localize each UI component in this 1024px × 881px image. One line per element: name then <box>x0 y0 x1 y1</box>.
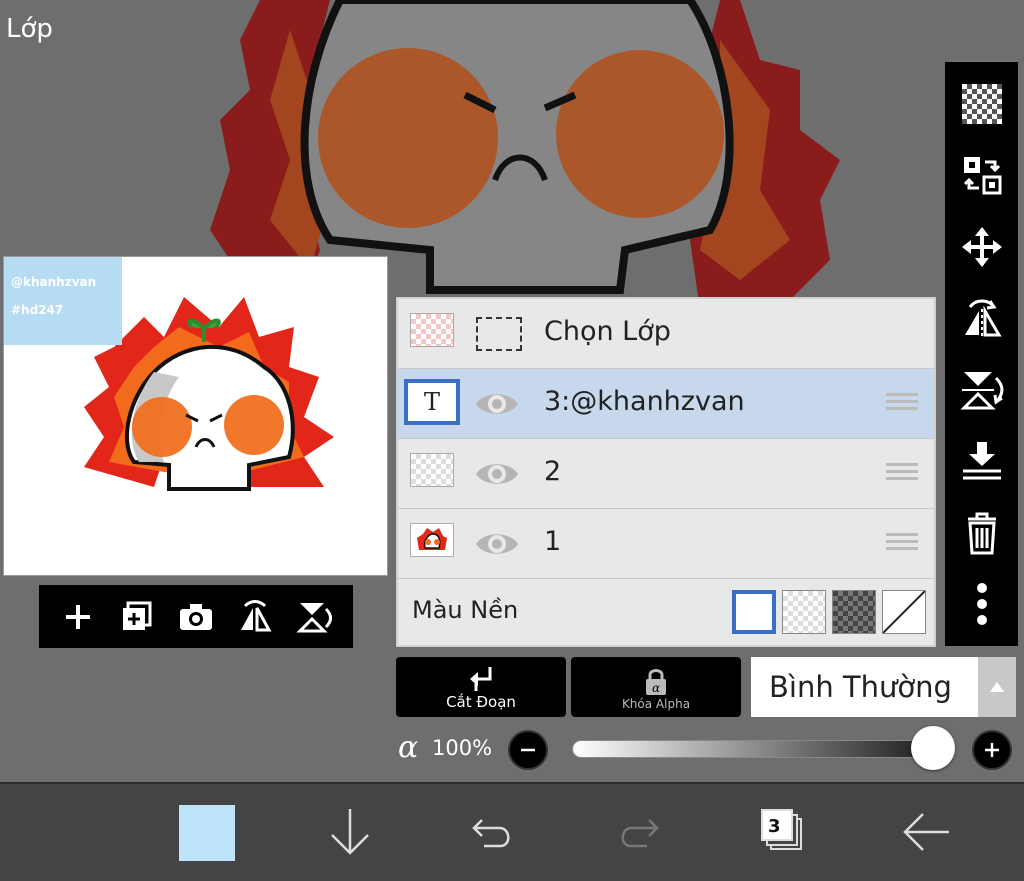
trash-icon <box>967 512 996 555</box>
merge-down-icon <box>962 442 1001 480</box>
undo-button[interactable] <box>463 802 523 862</box>
current-color-swatch[interactable] <box>179 805 235 861</box>
alpha-lock-button[interactable]: α Khóa Alpha <box>571 657 741 717</box>
merge-down-button[interactable] <box>954 433 1010 489</box>
watermark-line-2: #hd247 <box>11 303 64 317</box>
opacity-slider[interactable] <box>572 740 952 758</box>
swap-layer-icon <box>963 157 1001 195</box>
plus-icon <box>66 604 91 629</box>
transparent-checker-icon <box>961 83 1002 124</box>
move-icon <box>961 226 1002 267</box>
selection-thumbnail <box>410 313 454 347</box>
canvas-area[interactable]: Lớp @khanhzvan #hd247 Chọn Lớp T 3:@khan… <box>0 0 1024 782</box>
back-button[interactable] <box>896 802 956 862</box>
clipping-label: Cắt Đoạn <box>446 693 516 711</box>
background-color-label: Màu Nền <box>412 596 519 624</box>
drag-handle-icon[interactable] <box>886 393 918 415</box>
arrow-down-icon <box>331 809 369 855</box>
camera-button[interactable] <box>174 595 218 639</box>
dashed-selection-icon <box>476 317 522 351</box>
bg-dark-checker-swatch[interactable] <box>832 590 876 634</box>
watermark-box: @khanhzvan #hd247 <box>4 257 122 345</box>
bottom-toolbar: 3 <box>0 782 1024 881</box>
flip-v-button[interactable] <box>954 362 1010 418</box>
no-color-icon <box>882 590 926 634</box>
panel-title: Lớp <box>6 14 53 44</box>
flip-vertical-button[interactable] <box>292 595 336 639</box>
flip-h-button[interactable] <box>954 290 1010 346</box>
move-button[interactable] <box>954 219 1010 275</box>
flip-horizontal-icon <box>240 599 272 631</box>
opacity-value: 100% <box>432 736 493 760</box>
plus-icon <box>985 743 999 757</box>
preview-toolbar <box>39 585 353 648</box>
minus-icon <box>521 748 535 752</box>
flip-vertical-icon <box>959 371 1003 410</box>
layers-button[interactable]: 3 <box>752 802 812 862</box>
text-type-icon: T <box>423 388 440 416</box>
layer-preview[interactable]: @khanhzvan #hd247 <box>3 256 388 576</box>
blend-mode-select[interactable]: Bình Thường <box>751 657 978 717</box>
flip-horizontal-button[interactable] <box>233 595 277 639</box>
undo-icon <box>472 819 510 848</box>
blend-mode-toggle[interactable] <box>978 657 1016 717</box>
layer-row[interactable]: T 3:@khanhzvan <box>398 369 934 439</box>
layers-stack-icon <box>761 809 802 850</box>
triangle-up-icon <box>990 682 1004 692</box>
drag-handle-icon[interactable] <box>886 463 918 485</box>
select-layer-row[interactable]: Chọn Lớp <box>398 299 934 369</box>
swap-layer-button[interactable] <box>954 147 1010 203</box>
opacity-decrease-button[interactable] <box>508 730 548 770</box>
visibility-eye-icon[interactable] <box>474 527 520 561</box>
delete-layer-button[interactable] <box>954 505 1010 561</box>
layer-row[interactable]: 2 <box>398 439 934 509</box>
svg-text:α: α <box>652 681 660 695</box>
layer-name: 2 <box>544 456 562 487</box>
bg-transparent-swatch[interactable] <box>782 590 826 634</box>
add-copy-button[interactable] <box>115 595 159 639</box>
layer-count: 3 <box>768 816 781 837</box>
opacity-increase-button[interactable] <box>972 730 1012 770</box>
drag-handle-icon[interactable] <box>886 533 918 555</box>
layer-name: 3:@khanhzvan <box>544 386 745 417</box>
visibility-eye-icon[interactable] <box>474 457 520 491</box>
camera-icon <box>179 603 212 630</box>
opacity-alpha-symbol: α <box>398 730 419 765</box>
right-toolbar <box>945 62 1018 646</box>
visibility-eye-icon[interactable] <box>474 387 520 421</box>
layer-list-panel: Chọn Lớp T 3:@khanhzvan 2 1 Màu Nền <box>396 297 936 647</box>
clip-arrow-icon <box>470 667 492 691</box>
layer-row[interactable]: 1 <box>398 509 934 579</box>
download-button[interactable] <box>320 802 380 862</box>
add-layer-button[interactable] <box>56 595 100 639</box>
lock-icon: α <box>646 669 666 695</box>
layer-thumbnail <box>410 523 454 557</box>
add-copy-icon <box>123 601 152 630</box>
watermark-line-1: @khanhzvan <box>11 275 97 289</box>
transparent-fill-button[interactable] <box>954 76 1010 132</box>
bg-white-swatch[interactable] <box>732 590 776 634</box>
arrow-left-icon <box>903 813 949 851</box>
opacity-slider-knob[interactable] <box>911 726 955 770</box>
artwork-thumbnail-icon <box>417 528 447 550</box>
redo-icon <box>621 819 659 848</box>
more-vertical-icon <box>976 583 987 626</box>
layer-thumbnail <box>410 453 454 487</box>
layer-name: 1 <box>544 526 562 557</box>
clipping-button[interactable]: Cắt Đoạn <box>396 657 566 717</box>
text-layer-thumbnail: T <box>404 379 460 425</box>
select-layer-label: Chọn Lớp <box>544 316 671 347</box>
more-options-button[interactable] <box>954 576 1010 632</box>
flip-horizontal-icon <box>964 299 1002 338</box>
bg-none-swatch[interactable] <box>882 590 926 634</box>
flip-vertical-icon <box>295 602 332 632</box>
redo-button[interactable] <box>608 802 668 862</box>
alpha-lock-label: Khóa Alpha <box>621 697 691 711</box>
